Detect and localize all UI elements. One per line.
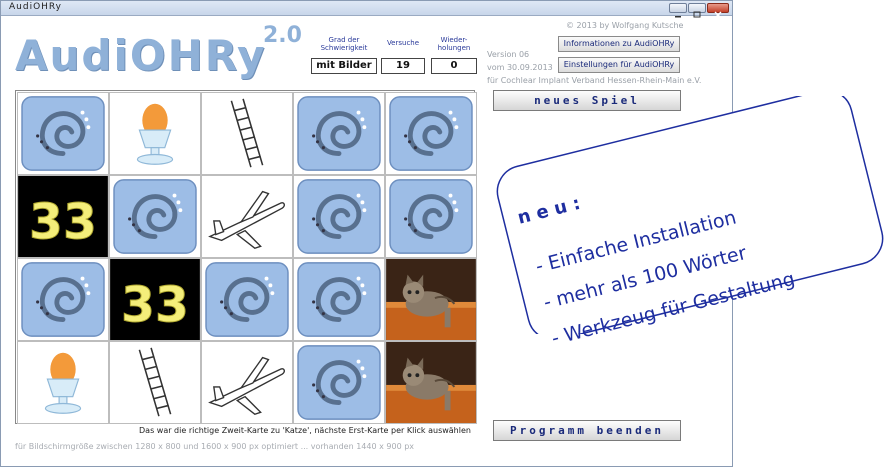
card-airplane[interactable] (201, 175, 293, 258)
difficulty-label: Grad der Schwierigkeit (320, 36, 368, 52)
card-number: 33 (29, 193, 97, 250)
card-ear[interactable] (17, 92, 109, 175)
number-icon: 33 (110, 259, 200, 340)
footer-note: für Bildschirmgröße zwischen 1280 x 800 … (15, 442, 415, 451)
card-cat[interactable] (385, 341, 477, 424)
organization-text: für Cochlear Implant Verband Hessen-Rhei… (487, 76, 702, 85)
card-cat[interactable] (385, 258, 477, 341)
card-ear[interactable] (385, 175, 477, 258)
card-number[interactable]: 33 (109, 258, 201, 341)
card-number[interactable]: 33 (17, 175, 109, 258)
card-ear[interactable] (109, 175, 201, 258)
ear-icon (297, 96, 381, 171)
attempts-value: 19 (381, 58, 425, 74)
close-icon (714, 11, 722, 19)
version-text: Version 06 (487, 50, 530, 59)
title-bar[interactable]: AudiOHRy (1, 1, 732, 19)
minimize-button[interactable] (669, 3, 687, 18)
card-airplane[interactable] (201, 341, 293, 424)
card-ear[interactable] (293, 175, 385, 258)
copyright-text: © 2013 by Wolfgang Kutsche (566, 21, 684, 30)
ear-icon (297, 262, 381, 337)
repeats-value: 0 (431, 58, 477, 74)
maximize-button[interactable] (688, 3, 706, 18)
ear-icon (113, 179, 197, 254)
card-number: 33 (121, 276, 189, 333)
window-title: AudiOHRy (9, 2, 63, 12)
airplane-icon (208, 190, 285, 249)
ear-icon (389, 179, 473, 254)
quit-button[interactable]: Programm beenden (493, 420, 681, 441)
card-ear[interactable] (293, 341, 385, 424)
close-button[interactable] (707, 3, 729, 19)
card-ear[interactable] (201, 258, 293, 341)
version-date: vom 30.09.2013 (487, 63, 553, 72)
ear-icon (389, 96, 473, 171)
attempts-label: Versuche (386, 39, 420, 47)
airplane-icon (208, 356, 285, 415)
ear-icon (297, 179, 381, 254)
news-callout: n e u : - Einfache Installation - mehr a… (494, 96, 886, 350)
ear-icon (297, 345, 381, 420)
app-logo-version: 2.0 (263, 23, 302, 48)
egg-icon (136, 103, 174, 165)
repeats-label: Wieder-holungen (437, 36, 471, 52)
cat-icon (386, 259, 476, 340)
cat-icon (386, 342, 476, 423)
settings-button[interactable]: Einstellungen für AudiOHRy (558, 57, 680, 73)
app-logo: AudiOHRy (15, 31, 267, 80)
maximize-icon (693, 11, 701, 18)
card-grid: 33 33 (15, 90, 477, 424)
ear-icon (21, 96, 105, 171)
egg-icon (44, 352, 82, 414)
number-icon: 33 (18, 176, 108, 257)
ladder-icon (230, 98, 264, 168)
difficulty-value: mit Bilder (311, 58, 377, 74)
ear-icon (205, 262, 289, 337)
info-button[interactable]: Informationen zu AudiOHRy (558, 36, 680, 52)
card-ear[interactable] (17, 258, 109, 341)
ear-icon (21, 262, 105, 337)
card-egg[interactable] (109, 92, 201, 175)
card-ear[interactable] (293, 258, 385, 341)
card-ladder[interactable] (201, 92, 293, 175)
card-ear[interactable] (293, 92, 385, 175)
card-egg[interactable] (17, 341, 109, 424)
card-ear[interactable] (385, 92, 477, 175)
status-message: Das war die richtige Zweit-Karte zu 'Kat… (139, 426, 471, 435)
minimize-icon (675, 16, 681, 18)
ladder-icon (138, 347, 172, 417)
card-ladder[interactable] (109, 341, 201, 424)
